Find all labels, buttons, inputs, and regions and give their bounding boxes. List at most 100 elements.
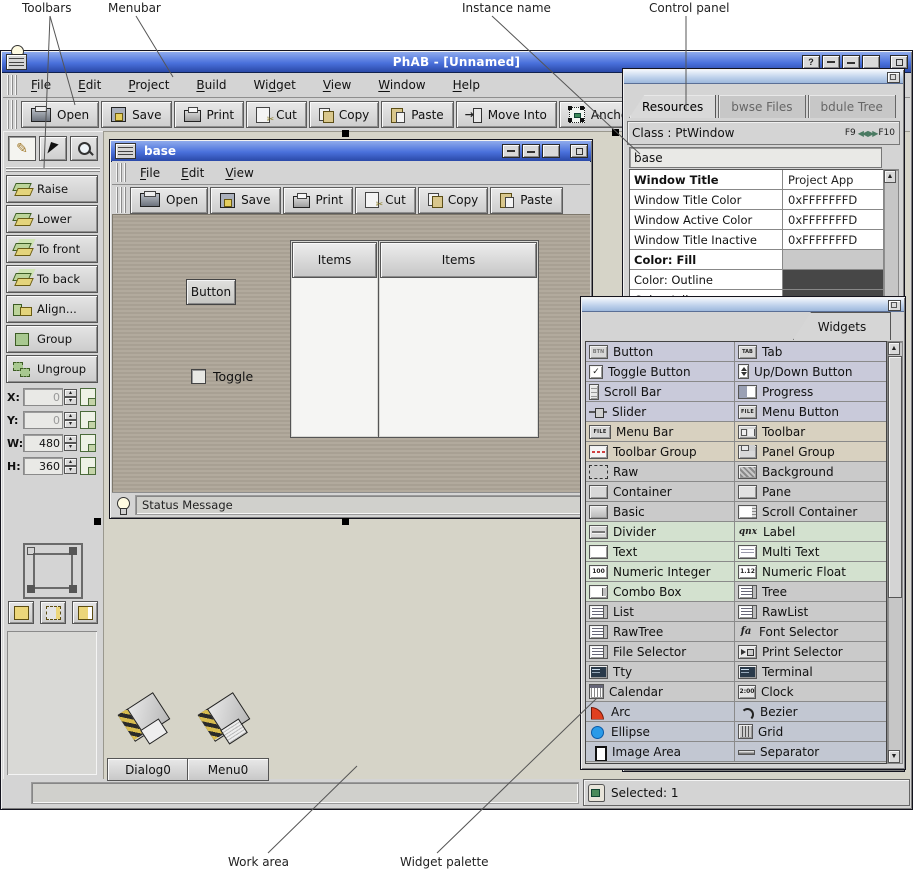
module-view-toggle-button-2[interactable] (40, 601, 66, 624)
menu-build[interactable]: Build (194, 76, 228, 94)
window-menu-icon[interactable] (6, 54, 27, 70)
palette-item-combo-box[interactable]: Combo Box (586, 582, 735, 601)
prop-value-window-title-color[interactable]: 0xFFFFFFFD (783, 190, 883, 209)
toolbar-print-button[interactable]: Print (174, 101, 245, 128)
selection-handle-top[interactable] (342, 130, 349, 137)
toolbar-paste-button[interactable]: Paste (381, 101, 453, 128)
lock-icon[interactable] (80, 388, 96, 406)
base-design-area[interactable]: Button Toggle Items Items (112, 214, 590, 492)
palette-item-calendar[interactable]: Calendar (586, 682, 735, 701)
base-toolbar-cut-button[interactable]: Cut (355, 187, 416, 214)
spinner-down-button[interactable]: ▾ (64, 397, 77, 405)
restore-button[interactable] (542, 144, 560, 158)
palette-item-clock[interactable]: 2:00Clock (735, 682, 886, 701)
palette-item-toolbar-group[interactable]: Toolbar Group (586, 442, 735, 461)
menu-help[interactable]: Help (451, 76, 482, 94)
magnifier-tool-button[interactable] (70, 136, 98, 161)
menu-widget[interactable]: Widget (252, 76, 298, 94)
toolbar-open-button[interactable]: Open (21, 101, 99, 128)
palette-item-raw[interactable]: Raw (586, 462, 735, 481)
palette-item-progress[interactable]: Progress (735, 382, 886, 401)
base-toolbar-copy-button[interactable]: Copy (418, 187, 488, 214)
palette-item-button[interactable]: BTNButton (586, 342, 735, 361)
window-menu-icon[interactable] (115, 143, 136, 159)
raise-button[interactable]: Raise (6, 175, 98, 203)
align-button[interactable]: Align... (6, 295, 98, 323)
base-menu-file[interactable]: File (138, 164, 162, 182)
palette-item-panel-group[interactable]: Panel Group (735, 442, 886, 461)
base-titlebar[interactable]: base (111, 141, 591, 162)
menu-module-icon[interactable] (195, 691, 257, 751)
palette-item-grid[interactable]: Grid (735, 722, 886, 741)
palette-item-tree[interactable]: Tree (735, 582, 886, 601)
menu-project[interactable]: Project (126, 76, 171, 94)
palette-item-toggle-button[interactable]: ✓Toggle Button (586, 362, 735, 381)
palette-item-menu-button[interactable]: FILEMenu Button (735, 402, 886, 421)
palette-item-numeric-float[interactable]: 1.12Numeric Float (735, 562, 886, 581)
menu-view[interactable]: View (321, 76, 353, 94)
menu-edit[interactable]: Edit (76, 76, 103, 94)
ungroup-button[interactable]: Ungroup (6, 355, 98, 383)
palette-item-basic[interactable]: Basic (586, 502, 735, 521)
designed-list-widget-2[interactable]: Items (378, 240, 539, 438)
toolbar-move-into-button[interactable]: Move Into (456, 101, 557, 128)
toolbar-grip[interactable] (7, 100, 17, 129)
scroll-down-button[interactable]: ▼ (888, 750, 900, 763)
menu0-module[interactable]: Menu0 (187, 691, 267, 751)
base-toolbar-print-button[interactable]: Print (283, 187, 354, 214)
palette-item-font-selector[interactable]: faFont Selector (735, 622, 886, 641)
collapse-button[interactable] (887, 72, 900, 83)
palette-item-up-down-button[interactable]: Up/Down Button (735, 362, 886, 381)
palette-item-tty[interactable]: Tty (586, 662, 735, 681)
scroll-up-button[interactable]: ▲ (884, 170, 896, 183)
tab-resources[interactable]: Resources (629, 95, 716, 118)
next-class-button[interactable]: ▶▶ (868, 129, 876, 138)
lower-button[interactable]: Lower (6, 205, 98, 233)
prop-value-window-title-inactive[interactable]: 0xFFFFFFFD (783, 230, 883, 249)
designed-toggle-widget[interactable]: Toggle (191, 369, 253, 384)
spinner-down-button[interactable]: ▾ (64, 443, 77, 451)
module-label[interactable]: Menu0 (187, 758, 269, 781)
menu-window[interactable]: Window (376, 76, 427, 94)
palette-item-print-selector[interactable]: Print Selector (735, 642, 886, 661)
tab-bwse-files[interactable]: bwse Files (718, 95, 805, 118)
lock-icon[interactable] (80, 457, 96, 475)
yvalue-input[interactable] (23, 411, 63, 429)
prop-value-window-active-color[interactable]: 0xFFFFFFFD (783, 210, 883, 229)
group-button[interactable]: Group (6, 325, 98, 353)
palette-item-slider[interactable]: Slider (586, 402, 735, 421)
prop-value-color-outline[interactable] (783, 270, 883, 289)
xvalue-input[interactable] (23, 388, 63, 406)
restore-button[interactable] (862, 55, 880, 69)
palette-item-scroll-bar[interactable]: Scroll Bar (586, 382, 735, 401)
base-menu-view[interactable]: View (223, 164, 255, 182)
palette-item-tab[interactable]: TABTab (735, 342, 886, 361)
close-button[interactable] (570, 144, 588, 158)
control-panel-titlebar[interactable] (624, 70, 903, 84)
sidebar-grip[interactable] (6, 167, 100, 173)
palette-item-image-area[interactable]: {Image Area (586, 742, 735, 761)
prop-value-color-fill[interactable] (783, 250, 883, 269)
palette-item-toolbar[interactable]: Toolbar (735, 422, 886, 441)
palette-item-background[interactable]: Background (735, 462, 886, 481)
instance-name-input[interactable] (629, 147, 882, 168)
palette-item-divider[interactable]: Divider (586, 522, 735, 541)
scroll-thumb[interactable] (888, 356, 902, 598)
palette-item-multi-text[interactable]: Multi Text (735, 542, 886, 561)
list-header[interactable]: Items (292, 242, 377, 278)
palette-scrollbar[interactable]: ▲ ▼ (887, 341, 903, 764)
lock-icon[interactable] (80, 434, 96, 452)
palette-item-file-selector[interactable]: File Selector (586, 642, 735, 661)
module-view-toggle-button-3[interactable] (72, 601, 98, 624)
collapse-button[interactable] (888, 300, 901, 311)
to-front-button[interactable]: To front (6, 235, 98, 263)
palette-item-text[interactable]: Text (586, 542, 735, 561)
selection-handle-top-right[interactable] (612, 129, 619, 136)
prev-class-button[interactable]: ◀◀ (858, 129, 866, 138)
palette-item-separator[interactable]: Separator (735, 742, 886, 761)
menu-file[interactable]: File (29, 76, 53, 94)
maximize-button[interactable] (842, 55, 860, 69)
spinner-up-button[interactable]: ▴ (64, 435, 77, 443)
help-button[interactable]: ? (802, 55, 820, 69)
scroll-up-button[interactable]: ▲ (888, 342, 900, 355)
